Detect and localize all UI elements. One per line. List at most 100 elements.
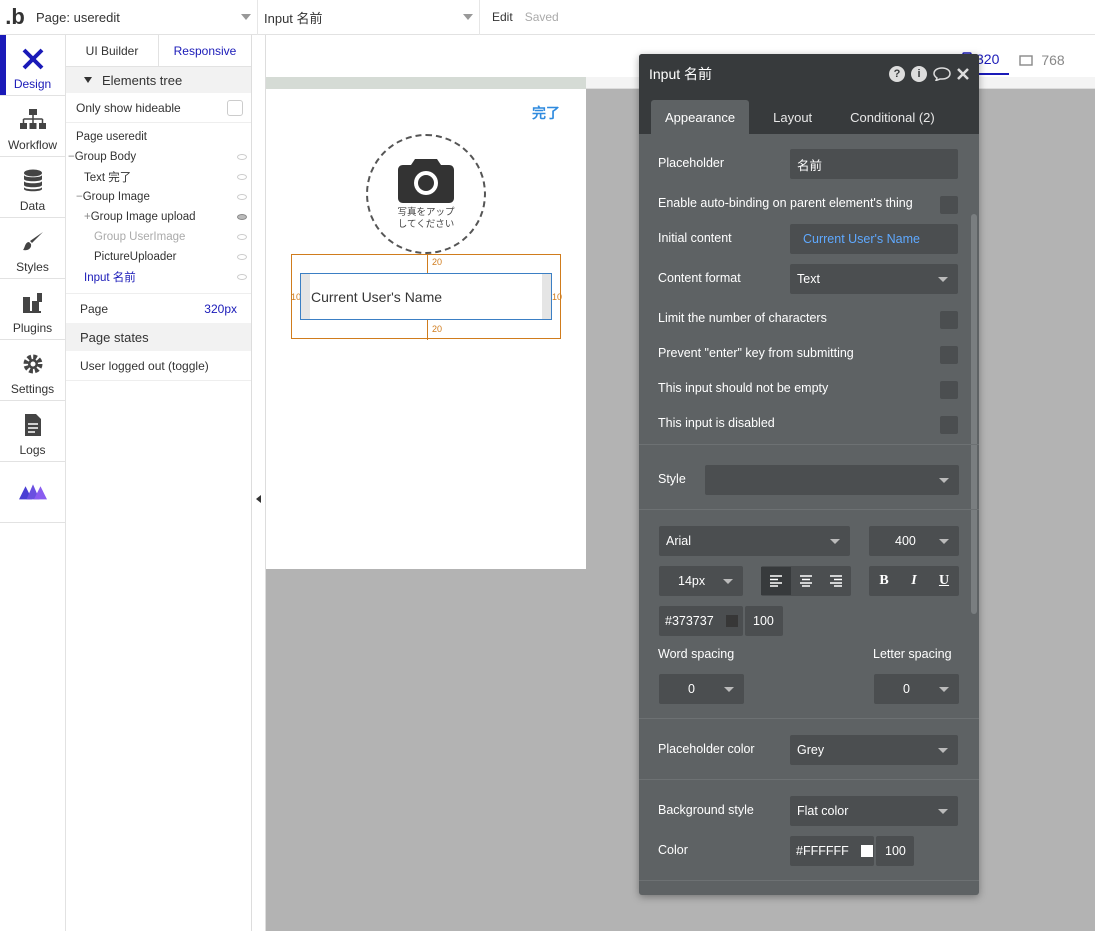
placeholder-input[interactable]: 名前 (790, 149, 958, 179)
rail-item-plugins[interactable]: Plugins (0, 279, 65, 339)
bg-color-swatch[interactable] (860, 845, 873, 857)
bubble-logo[interactable]: .b (0, 0, 30, 35)
tree-item-page[interactable]: Page useredit (66, 127, 251, 147)
elements-tree-header[interactable]: Elements tree (66, 67, 251, 93)
bg-style-dropdown[interactable]: Flat color (790, 796, 958, 826)
limit-chars-checkbox[interactable] (940, 311, 958, 329)
bg-color-input[interactable]: #FFFFFF (790, 836, 874, 866)
tree-item-label: −Group Image (76, 191, 150, 203)
eye-icon[interactable] (237, 254, 247, 260)
chevron-down-icon (938, 748, 948, 753)
rail-item-settings[interactable]: Settings (0, 340, 65, 400)
eye-icon[interactable] (237, 174, 247, 180)
letter-spacing-dropdown[interactable]: 0 (874, 674, 959, 704)
tree-item-group-image[interactable]: −Group Image (66, 187, 251, 207)
tree-item-label: Group UserImage (94, 231, 186, 243)
editor-scrollbar[interactable] (971, 214, 977, 614)
element-select[interactable]: Input 名前 (258, 0, 480, 35)
bg-opacity-input[interactable]: 100 (876, 836, 914, 866)
text-style-group: B I U (869, 566, 959, 596)
image-upload-circle[interactable]: 写真をアップ してください (366, 134, 486, 254)
eye-icon[interactable] (237, 214, 247, 220)
tree-item-group-image-upload[interactable]: +Group Image upload (66, 207, 251, 227)
chevron-down-icon (938, 277, 948, 282)
page-canvas[interactable]: 完了 写真をアップ してください 20 20 10 10 Current Use… (266, 89, 586, 569)
font-weight-dropdown[interactable]: 400 (869, 526, 959, 556)
width-768-tab[interactable]: 768 (1009, 45, 1074, 75)
tree-item-pictureuploader[interactable]: PictureUploader (66, 247, 251, 267)
text-align-group (761, 566, 851, 596)
prevent-enter-label: Prevent "enter" key from submitting (658, 346, 854, 360)
ruler (266, 77, 586, 89)
panel-collapse-strip[interactable] (252, 35, 266, 931)
initial-content-input[interactable]: Current User's Name (790, 224, 958, 254)
page-select[interactable]: Page: useredit (30, 0, 258, 35)
comment-icon[interactable] (933, 67, 951, 81)
close-icon[interactable] (957, 68, 969, 80)
italic-button[interactable]: I (899, 567, 929, 595)
style-dropdown[interactable] (705, 465, 959, 495)
bg-style-label: Background style (658, 803, 754, 817)
align-right-icon[interactable] (821, 567, 851, 595)
rail-item-design[interactable]: Design (0, 35, 65, 95)
align-left-icon[interactable] (761, 567, 791, 595)
placeholder-color-label: Placeholder color (658, 742, 755, 756)
page-width-row[interactable]: Page 320px (66, 293, 251, 323)
rail-item-logs[interactable]: Logs (0, 401, 65, 461)
property-editor: Input 名前 ? i Appearance Layout Condition… (639, 54, 979, 895)
help-icon[interactable]: ? (889, 66, 905, 82)
rail-item-workflow[interactable]: Workflow (0, 96, 65, 156)
auto-binding-checkbox[interactable] (940, 196, 958, 214)
not-empty-checkbox[interactable] (940, 381, 958, 399)
tab-layout[interactable]: Layout (759, 100, 826, 134)
eye-icon[interactable] (237, 234, 247, 240)
font-size-dropdown[interactable]: 14px (659, 566, 743, 596)
tab-appearance[interactable]: Appearance (651, 100, 750, 134)
tab-ui-builder[interactable]: UI Builder (66, 35, 159, 66)
tab-responsive[interactable]: Responsive (159, 35, 251, 66)
font-opacity-input[interactable]: 100 (745, 606, 783, 636)
placeholder-color-dropdown[interactable]: Grey (790, 735, 958, 765)
bold-button[interactable]: B (869, 567, 899, 595)
rail-item-styles[interactable]: Styles (0, 218, 65, 278)
limit-chars-label: Limit the number of characters (658, 311, 827, 325)
page-width-value: 320px (204, 301, 237, 316)
document-icon (19, 411, 47, 439)
width-320-label: 320 (976, 51, 1000, 67)
placeholder-label: Placeholder (658, 156, 725, 170)
rail-item-extra[interactable] (0, 462, 65, 522)
property-editor-header[interactable]: Input 名前 ? i (639, 54, 979, 94)
font-color-input[interactable]: #373737 (659, 606, 743, 636)
property-editor-title: Input 名前 (649, 66, 713, 82)
align-center-icon[interactable] (791, 567, 821, 595)
tree-item-group-body[interactable]: −Group Body (66, 147, 251, 167)
gear-icon (19, 350, 47, 378)
disabled-checkbox[interactable] (940, 416, 958, 434)
only-show-hideable-checkbox[interactable] (227, 99, 243, 116)
not-empty-label: This input should not be empty (658, 381, 829, 395)
underline-button[interactable]: U (929, 567, 959, 595)
info-icon[interactable]: i (911, 66, 927, 82)
font-color-swatch[interactable] (725, 615, 738, 627)
tab-conditional[interactable]: Conditional (2) (836, 100, 949, 134)
rail-label: Data (19, 199, 46, 213)
input-name-element[interactable]: Current User's Name (300, 273, 552, 320)
eye-icon[interactable] (237, 194, 247, 200)
rail-item-data[interactable]: Data (0, 157, 65, 217)
text-done[interactable]: 完了 (532, 103, 560, 123)
page-state-item[interactable]: User logged out (toggle) (66, 351, 251, 381)
elements-panel: UI Builder Responsive Elements tree Only… (66, 35, 252, 931)
edit-menu[interactable]: Edit (480, 10, 525, 24)
tree-item-label: Input 名前 (84, 272, 136, 284)
tree-item-input-name[interactable]: Input 名前 (66, 267, 251, 287)
font-family-value: Arial (666, 534, 692, 548)
eye-icon[interactable] (237, 154, 247, 160)
tree-item-text-done[interactable]: Text 完了 (66, 167, 251, 187)
content-format-dropdown[interactable]: Text (790, 264, 958, 294)
font-family-dropdown[interactable]: Arial (659, 526, 850, 556)
eye-icon[interactable] (237, 274, 247, 280)
word-spacing-dropdown[interactable]: 0 (659, 674, 744, 704)
prevent-enter-checkbox[interactable] (940, 346, 958, 364)
tree-item-group-userimage[interactable]: Group UserImage (66, 227, 251, 247)
chevron-down-icon (723, 579, 733, 584)
